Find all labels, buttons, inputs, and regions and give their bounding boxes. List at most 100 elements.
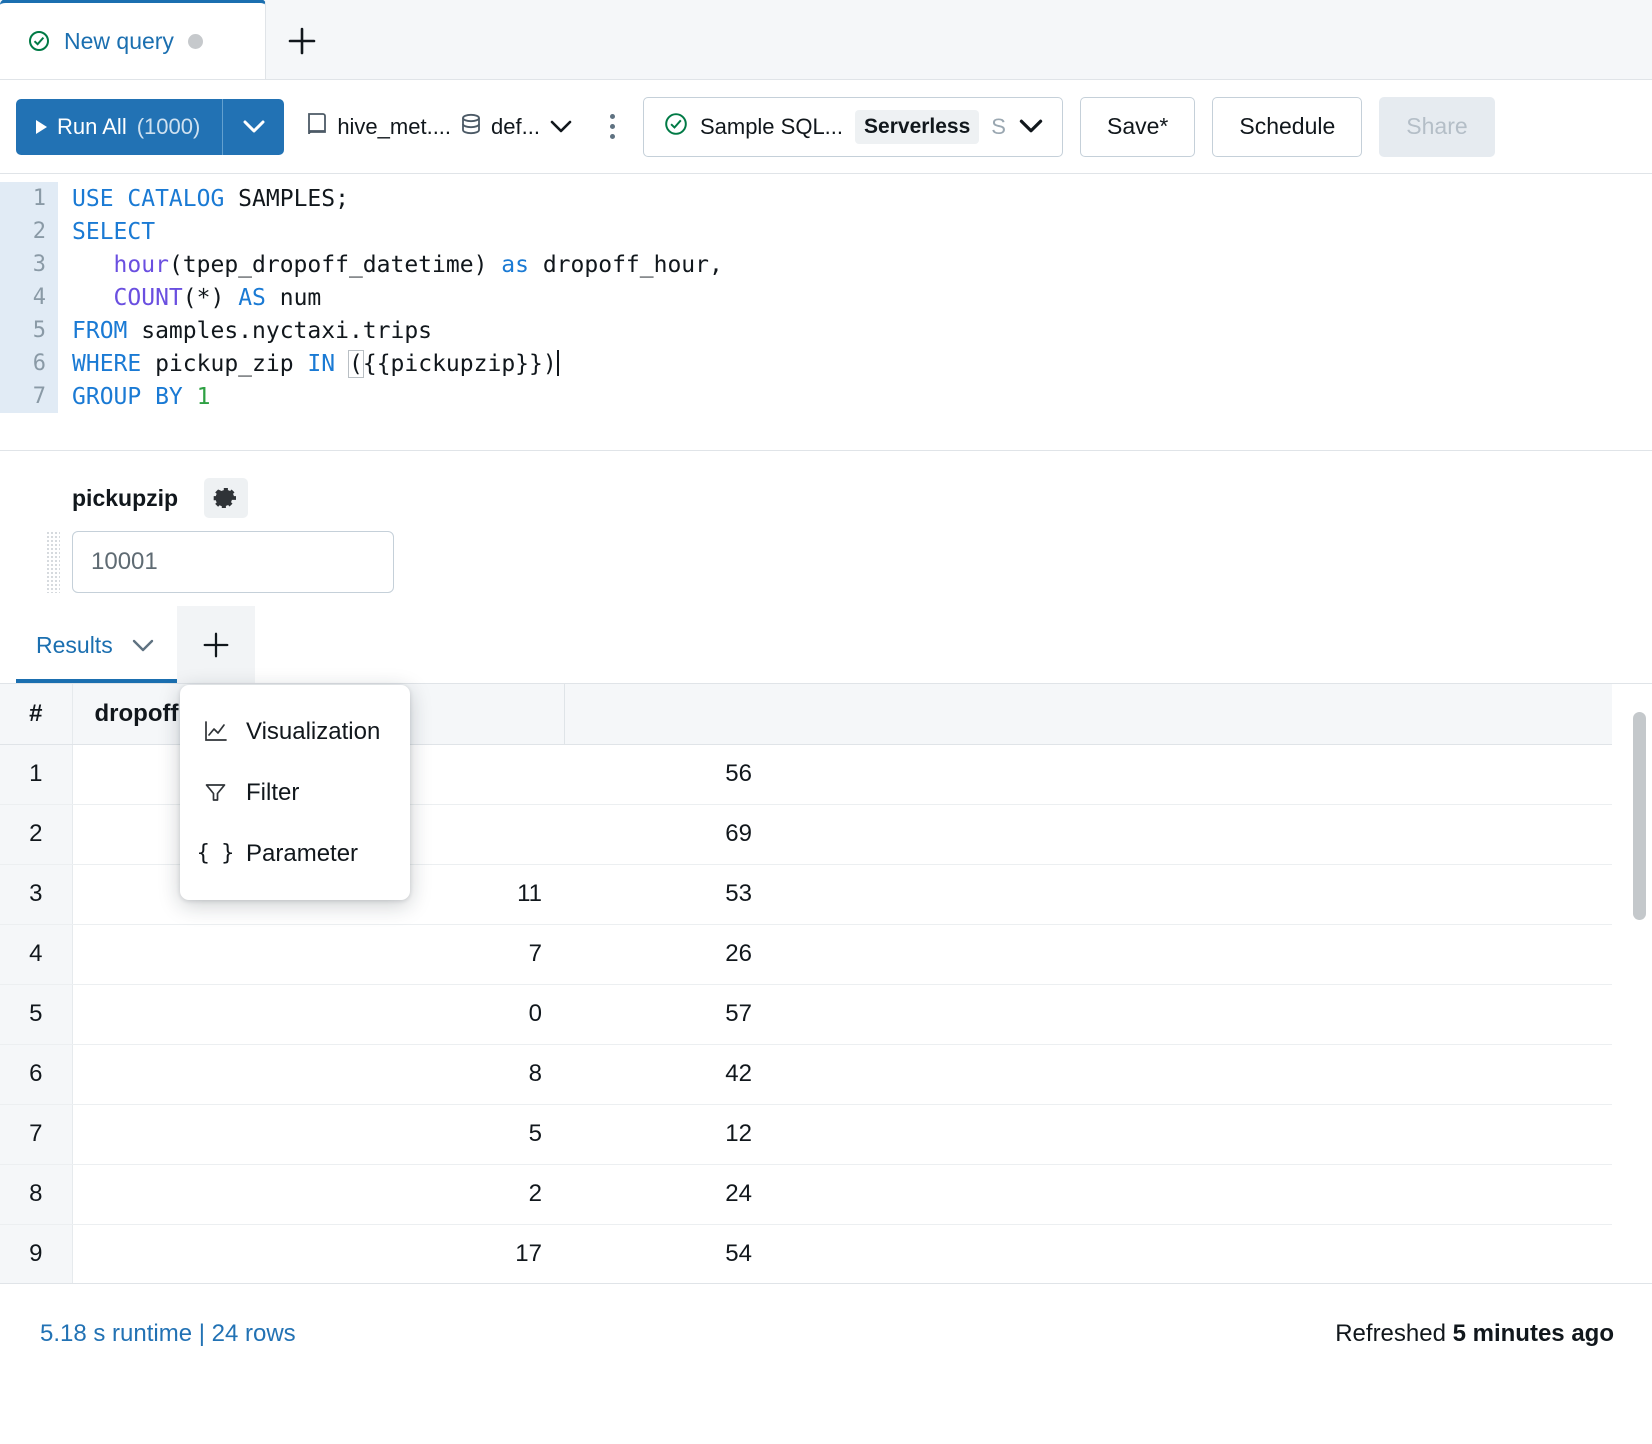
- code-line: 7GROUP BY 1: [0, 380, 1652, 413]
- column-header-index[interactable]: #: [0, 684, 72, 744]
- cell-dropoff-hour[interactable]: 17: [72, 1224, 564, 1284]
- cell-dropoff-hour[interactable]: 7: [72, 924, 564, 984]
- cell-dropoff-hour[interactable]: 8: [72, 1044, 564, 1104]
- query-parameters-panel: pickupzip: [0, 451, 1652, 606]
- cell-spacer: [774, 804, 1612, 864]
- kebab-menu-icon[interactable]: [601, 107, 625, 147]
- warehouse-size: S: [991, 114, 1006, 140]
- column-header-num[interactable]: [564, 684, 774, 744]
- table-row[interactable]: 4726: [0, 924, 1612, 984]
- cell-spacer: [774, 864, 1612, 924]
- code-text[interactable]: GROUP BY 1: [58, 384, 211, 410]
- code-line: 6WHERE pickup_zip IN ({{pickupzip}}): [0, 347, 1652, 380]
- cell-spacer: [774, 1164, 1612, 1224]
- row-index[interactable]: 2: [0, 804, 72, 864]
- sql-editor[interactable]: 1USE CATALOG SAMPLES;2SELECT3 hour(tpep_…: [0, 174, 1652, 451]
- cell-spacer: [774, 924, 1612, 984]
- cell-num[interactable]: 57: [564, 984, 774, 1044]
- cell-num[interactable]: 53: [564, 864, 774, 924]
- code-text[interactable]: WHERE pickup_zip IN ({{pickupzip}}): [58, 350, 559, 377]
- drag-handle-icon[interactable]: [46, 531, 60, 593]
- row-index[interactable]: 6: [0, 1044, 72, 1104]
- funnel-icon: [202, 780, 228, 805]
- cell-num[interactable]: 12: [564, 1104, 774, 1164]
- cell-num[interactable]: 26: [564, 924, 774, 984]
- results-footer: 5.18 s runtime | 24 rows Refreshed 5 min…: [0, 1284, 1652, 1384]
- warehouse-name: Sample SQL...: [700, 114, 843, 140]
- menu-item-filter[interactable]: Filter: [180, 762, 410, 823]
- cell-spacer: [774, 1044, 1612, 1104]
- code-text[interactable]: COUNT(*) AS num: [58, 285, 321, 311]
- column-header-spacer: [774, 684, 1612, 744]
- row-index[interactable]: 5: [0, 984, 72, 1044]
- chevron-down-icon: [549, 114, 573, 140]
- braces-icon: { }: [202, 841, 228, 866]
- check-circle-icon: [28, 30, 50, 52]
- cell-num[interactable]: 24: [564, 1164, 774, 1224]
- refreshed-value: 5 minutes ago: [1453, 1320, 1614, 1347]
- save-button[interactable]: Save*: [1080, 97, 1195, 157]
- catalog-schema-selector[interactable]: hive_met.... def...: [306, 112, 573, 142]
- plus-icon: [200, 629, 232, 661]
- cell-dropoff-hour[interactable]: 5: [72, 1104, 564, 1164]
- cell-num[interactable]: 54: [564, 1224, 774, 1284]
- row-index[interactable]: 4: [0, 924, 72, 984]
- cell-spacer: [774, 1104, 1612, 1164]
- code-line: 1USE CATALOG SAMPLES;: [0, 182, 1652, 215]
- line-chart-icon: [202, 719, 228, 744]
- share-button: Share: [1379, 97, 1494, 157]
- schedule-button[interactable]: Schedule: [1212, 97, 1362, 157]
- code-text[interactable]: USE CATALOG SAMPLES;: [58, 186, 349, 212]
- menu-item-visualization[interactable]: Visualization: [180, 701, 410, 762]
- new-tab-button[interactable]: [266, 3, 338, 79]
- chevron-down-icon[interactable]: [131, 632, 155, 659]
- cell-dropoff-hour[interactable]: 2: [72, 1164, 564, 1224]
- line-number: 1: [0, 182, 58, 215]
- row-index[interactable]: 9: [0, 1224, 72, 1284]
- row-index[interactable]: 3: [0, 864, 72, 924]
- menu-item-label: Visualization: [246, 718, 380, 746]
- play-icon: [36, 120, 47, 134]
- table-row[interactable]: 6842: [0, 1044, 1612, 1104]
- query-tab[interactable]: New query: [0, 0, 266, 79]
- warehouse-selector[interactable]: Sample SQL... Serverless S: [643, 97, 1063, 157]
- table-row[interactable]: 7512: [0, 1104, 1612, 1164]
- cell-num[interactable]: 42: [564, 1044, 774, 1104]
- parameter-input-row: [72, 531, 1652, 593]
- parameter-name: pickupzip: [72, 485, 178, 512]
- table-row[interactable]: 91754: [0, 1224, 1612, 1284]
- row-index[interactable]: 8: [0, 1164, 72, 1224]
- menu-item-label: Filter: [246, 779, 299, 807]
- table-row[interactable]: 8224: [0, 1164, 1612, 1224]
- warehouse-type-badge: Serverless: [855, 110, 979, 144]
- row-index[interactable]: 7: [0, 1104, 72, 1164]
- cell-dropoff-hour[interactable]: 0: [72, 984, 564, 1044]
- parameter-header: pickupzip: [72, 477, 1652, 519]
- code-text[interactable]: FROM samples.nyctaxi.trips: [58, 318, 432, 344]
- runtime-status[interactable]: 5.18 s runtime | 24 rows: [40, 1320, 296, 1348]
- menu-item-parameter[interactable]: { } Parameter: [180, 823, 410, 884]
- cell-num[interactable]: 69: [564, 804, 774, 864]
- check-circle-icon: [664, 112, 688, 142]
- add-result-view-button[interactable]: [177, 606, 255, 684]
- line-number: 3: [0, 248, 58, 281]
- row-index[interactable]: 1: [0, 744, 72, 804]
- run-options-caret[interactable]: [222, 99, 284, 155]
- run-all-button[interactable]: Run All (1000): [16, 99, 222, 155]
- query-toolbar: Run All (1000) hive_met.... def...: [0, 80, 1652, 174]
- refreshed-prefix: Refreshed: [1335, 1320, 1452, 1347]
- cell-spacer: [774, 744, 1612, 804]
- results-vertical-scrollbar[interactable]: [1633, 712, 1646, 920]
- line-number: 6: [0, 347, 58, 380]
- code-text[interactable]: SELECT: [58, 219, 155, 245]
- table-row[interactable]: 5057: [0, 984, 1612, 1044]
- line-number: 5: [0, 314, 58, 347]
- code-line: 2SELECT: [0, 215, 1652, 248]
- gear-icon[interactable]: [204, 478, 248, 518]
- chevron-down-icon: [242, 119, 266, 134]
- code-line: 5FROM samples.nyctaxi.trips: [0, 314, 1652, 347]
- tab-results[interactable]: Results: [0, 606, 177, 684]
- cell-num[interactable]: 56: [564, 744, 774, 804]
- parameter-value-input[interactable]: [72, 531, 394, 593]
- code-text[interactable]: hour(tpep_dropoff_datetime) as dropoff_h…: [58, 252, 723, 278]
